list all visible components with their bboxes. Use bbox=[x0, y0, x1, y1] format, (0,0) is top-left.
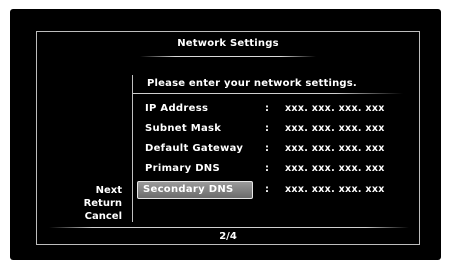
setting-row-primary-dns[interactable]: Primary DNS : xxx. xxx. xxx. xxx bbox=[133, 160, 433, 178]
cancel-button[interactable]: Cancel bbox=[84, 210, 122, 223]
setting-label[interactable]: Subnet Mask bbox=[140, 120, 226, 138]
side-menu: Next Return Cancel bbox=[84, 184, 122, 223]
setting-label-selected[interactable]: Secondary DNS bbox=[137, 181, 253, 199]
next-button[interactable]: Next bbox=[84, 184, 122, 197]
page-title: Network Settings bbox=[177, 38, 279, 49]
setting-separator: : bbox=[265, 184, 269, 195]
return-button[interactable]: Return bbox=[84, 197, 122, 210]
setting-separator: : bbox=[265, 163, 269, 174]
footer-divider bbox=[49, 227, 409, 228]
network-settings-dialog: Network Settings Please enter your netwo… bbox=[36, 31, 420, 245]
setting-value[interactable]: xxx. xxx. xxx. xxx bbox=[285, 140, 385, 158]
setting-separator: : bbox=[265, 143, 269, 154]
setting-label[interactable]: Primary DNS bbox=[140, 160, 225, 178]
setting-separator: : bbox=[265, 103, 269, 114]
title-underline bbox=[140, 56, 316, 57]
setting-value[interactable]: xxx. xxx. xxx. xxx bbox=[285, 181, 385, 199]
instruction-underline bbox=[133, 93, 403, 94]
tv-screen: Network Settings Please enter your netwo… bbox=[10, 9, 441, 260]
setting-label[interactable]: IP Address bbox=[140, 100, 213, 118]
setting-row-ip-address[interactable]: IP Address : xxx. xxx. xxx. xxx bbox=[133, 100, 433, 118]
setting-row-secondary-dns[interactable]: Secondary DNS : xxx. xxx. xxx. xxx bbox=[133, 181, 433, 199]
setting-separator: : bbox=[265, 123, 269, 134]
setting-value[interactable]: xxx. xxx. xxx. xxx bbox=[285, 100, 385, 118]
setting-value[interactable]: xxx. xxx. xxx. xxx bbox=[285, 120, 385, 138]
setting-value[interactable]: xxx. xxx. xxx. xxx bbox=[285, 160, 385, 178]
setting-row-default-gateway[interactable]: Default Gateway : xxx. xxx. xxx. xxx bbox=[133, 140, 433, 158]
page-indicator: 2/4 bbox=[219, 231, 237, 242]
instruction-text: Please enter your network settings. bbox=[147, 78, 357, 89]
setting-label[interactable]: Default Gateway bbox=[140, 140, 248, 158]
setting-row-subnet-mask[interactable]: Subnet Mask : xxx. xxx. xxx. xxx bbox=[133, 120, 433, 138]
